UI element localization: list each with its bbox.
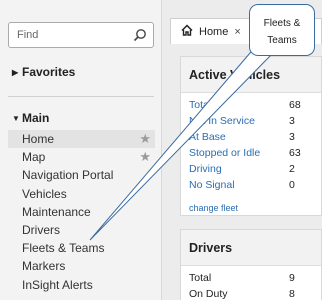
sidebar-item-label: Drivers [22,222,60,237]
search-icon[interactable] [133,28,147,42]
sidebar-item-fleets-teams[interactable]: Fleets & Teams [8,239,155,257]
stat-link-stopped-or-idle[interactable]: Stopped or Idle [189,147,260,159]
change-fleet-link[interactable]: change fleet [181,193,321,213]
sidebar-item-markers[interactable]: Markers [8,257,155,275]
stat-value: 2 [289,163,295,175]
search-input[interactable] [17,27,127,43]
stat-link-total[interactable]: Total [189,99,211,111]
stat-value: 8 [289,288,295,300]
stat-value: 0 [289,179,295,191]
star-icon[interactable]: ★ [139,148,151,166]
favorites-label: Favorites [22,65,76,79]
sidebar: ▶Favorites ▼Main Home ★ Map ★ Navigation… [0,0,162,300]
sidebar-item-drivers[interactable]: Drivers [8,221,155,239]
stat-link-at-base[interactable]: At Base [189,131,226,143]
sidebar-item-label: Map [22,150,46,165]
sidebar-item-map[interactable]: Map ★ [8,148,155,166]
sidebar-item-maintenance[interactable]: Maintenance [8,203,155,221]
divider [8,96,154,97]
sidebar-item-label: Maintenance [22,204,91,219]
panel-title: Drivers [181,230,321,266]
sidebar-item-vehicles[interactable]: Vehicles [8,185,155,203]
tab-label: Home [199,26,229,38]
sidebar-item-navigation-portal[interactable]: Navigation Portal [8,166,155,184]
panel-title: Active Vehicles [181,57,321,93]
sidebar-item-label: Vehicles [22,186,67,201]
stat-row: No Signal 0 [189,177,321,193]
sidebar-item-label: Markers [22,259,66,274]
stat-link-not-in-service[interactable]: Not In Service [189,115,255,127]
active-vehicles-panel: Active Vehicles Total 68 Not In Service 3 … [180,56,322,216]
stat-link-no-signal[interactable]: No Signal [189,179,235,191]
star-icon[interactable]: ★ [139,130,151,148]
stat-value: 68 [289,99,301,111]
main-nav: Home ★ Map ★ Navigation Portal Vehicles … [8,130,155,294]
sidebar-item-home[interactable]: Home ★ [8,130,155,149]
search-box[interactable] [8,22,154,48]
chevron-right-icon: ▶ [12,68,19,77]
drivers-panel: Drivers Total 9 On Duty 8 [180,229,322,300]
stat-value: 3 [289,131,295,143]
close-icon[interactable]: × [234,26,240,38]
sidebar-item-label: Fleets & Teams [22,241,105,256]
stat-label: Total [189,272,212,284]
main-label: Main [22,111,50,125]
stat-row: Total 9 [189,270,321,286]
stat-row: At Base 3 [189,129,321,145]
callout-bubble: Fleets & Teams [249,4,315,56]
main-section-toggle[interactable]: ▼ Main [12,111,49,125]
stat-row: Not In Service 3 [189,113,321,129]
stat-row: Stopped or Idle 63 [189,145,321,161]
stat-row: On Duty 8 [189,286,321,300]
stat-link-driving[interactable]: Driving [189,163,222,175]
sidebar-item-label: Home [22,132,55,146]
stat-value: 63 [289,147,301,159]
stat-value: 9 [289,272,295,284]
favorites-section-toggle[interactable]: ▶ Favorites [12,65,75,79]
home-icon [181,24,193,36]
sidebar-item-label: Navigation Portal [22,168,114,183]
sidebar-item-label: InSight Alerts [22,277,93,292]
sidebar-item-insight-alerts[interactable]: InSight Alerts [8,276,155,294]
stat-row: Total 68 [189,97,321,113]
stat-label: On Duty [189,288,228,300]
chevron-down-icon: ▼ [12,114,20,123]
stat-value: 3 [289,115,295,127]
stat-row: Driving 2 [189,161,321,177]
tab-home[interactable]: Home × [171,19,247,45]
